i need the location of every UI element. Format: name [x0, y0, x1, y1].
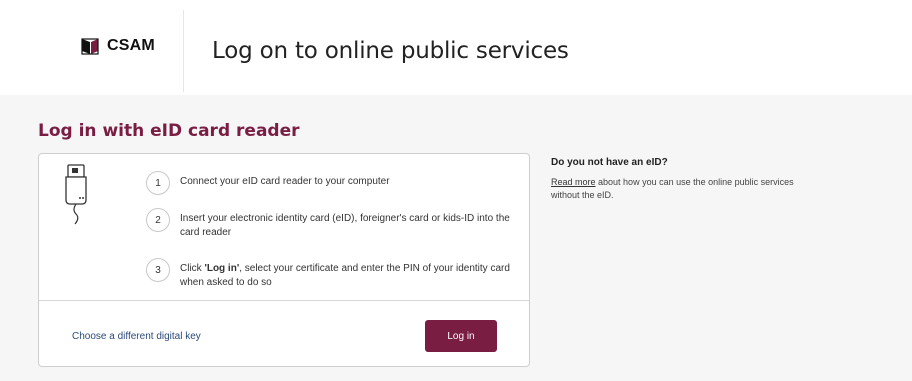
eid-login-card: 1 Connect your eID card reader to your c… [38, 153, 530, 367]
card-reader-icon [65, 164, 87, 225]
step-text: Click 'Log in', select your certificate … [180, 258, 520, 290]
csam-logo-icon [81, 37, 99, 55]
step-text-bold: 'Log in' [204, 263, 240, 274]
page-header: CSAM Log on to online public services [0, 0, 912, 95]
step-number: 3 [146, 258, 170, 282]
card-divider [39, 300, 529, 301]
logo-text: CSAM [107, 37, 155, 54]
step-number: 1 [146, 171, 170, 195]
main-content: Log in with eID card reader 1 Connect yo… [0, 95, 912, 381]
csam-logo[interactable]: CSAM [81, 37, 155, 55]
info-title: Do you not have an eID? [551, 157, 668, 168]
step-text: Insert your electronic identity card (eI… [180, 213, 510, 238]
read-more-link[interactable]: Read more [551, 177, 596, 187]
step-text-prefix: Click [180, 263, 205, 274]
header-divider [183, 10, 184, 92]
info-text: Read more about how you can use the onli… [551, 176, 811, 202]
step-2: 2 Insert your electronic identity card (… [146, 208, 520, 240]
log-in-button[interactable]: Log in [425, 320, 497, 352]
page-title: Log on to online public services [212, 38, 569, 64]
step-number: 2 [146, 208, 170, 232]
step-3: 3 Click 'Log in', select your certificat… [146, 258, 520, 290]
step-text: Connect your eID card reader to your com… [180, 176, 390, 187]
choose-different-key-link[interactable]: Choose a different digital key [72, 331, 201, 342]
step-1: 1 Connect your eID card reader to your c… [146, 171, 520, 195]
no-eid-info: Do you not have an eID? Read more about … [551, 157, 811, 202]
section-title: Log in with eID card reader [38, 121, 300, 141]
